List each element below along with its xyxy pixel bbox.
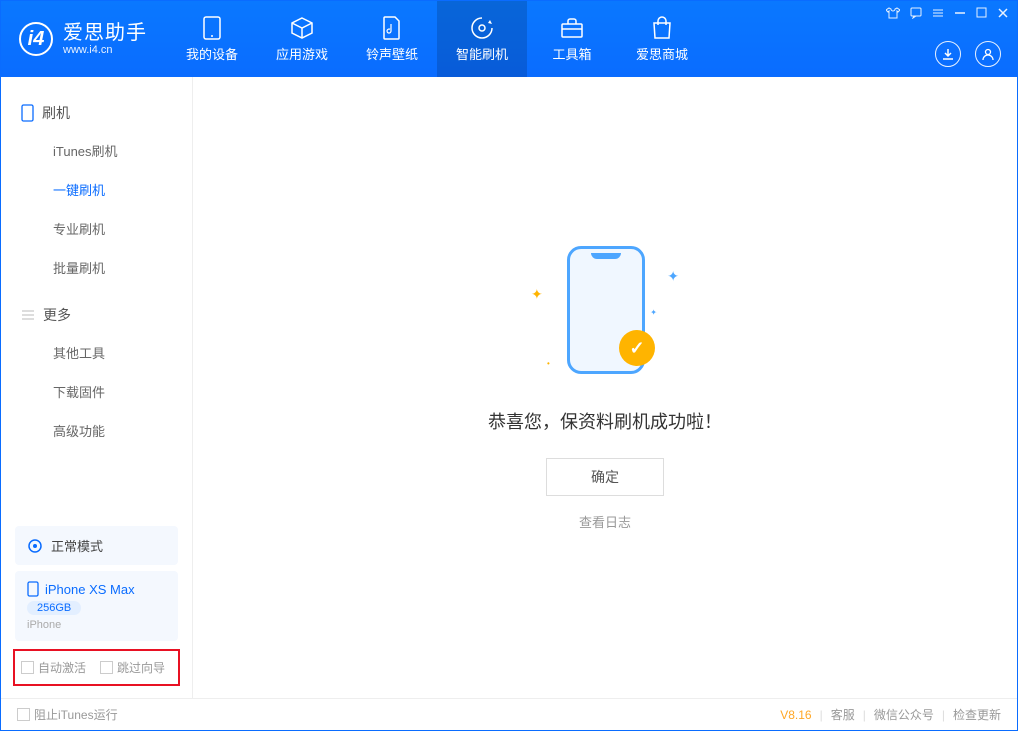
checkbox-box <box>21 661 34 674</box>
separator: | <box>942 708 945 722</box>
section-title: 更多 <box>43 305 71 325</box>
sidebar-item-other-tools[interactable]: 其他工具 <box>1 333 192 372</box>
maximize-button[interactable] <box>976 7 987 19</box>
main-content: ✓ ✦ ✦ ✦ • 恭喜您，保资料刷机成功啦！ 确定 查看日志 <box>193 77 1017 698</box>
check-badge-icon: ✓ <box>619 330 655 366</box>
header: i4 爱思助手 www.i4.cn 我的设备 应用游戏 <box>1 1 1017 77</box>
footer-left: 阻止iTunes运行 <box>17 706 118 723</box>
sidebar-section-flash: 刷机 <box>1 95 192 131</box>
view-log-link[interactable]: 查看日志 <box>579 512 631 531</box>
nav-label: 爱思商城 <box>636 44 688 63</box>
device-icon <box>200 16 224 40</box>
close-button[interactable] <box>997 7 1009 19</box>
checkbox-skip-guide[interactable]: 跳过向导 <box>100 659 165 676</box>
success-illustration: ✓ ✦ ✦ ✦ • <box>525 244 685 384</box>
mode-icon <box>27 538 43 554</box>
nav-store[interactable]: 爱思商城 <box>617 1 707 77</box>
nav-label: 铃声壁纸 <box>366 44 418 63</box>
footer-link-wechat[interactable]: 微信公众号 <box>874 706 934 723</box>
checkbox-box <box>17 708 30 721</box>
logo-block: i4 爱思助手 www.i4.cn <box>1 1 167 77</box>
footer: 阻止iTunes运行 V8.16 | 客服 | 微信公众号 | 检查更新 <box>1 698 1017 730</box>
nav-my-device[interactable]: 我的设备 <box>167 1 257 77</box>
sidebar-item-download-firmware[interactable]: 下载固件 <box>1 372 192 411</box>
body: 刷机 iTunes刷机 一键刷机 专业刷机 批量刷机 更多 其他工具 下载固件 … <box>1 77 1017 698</box>
minimize-button[interactable] <box>954 7 966 19</box>
sidebar-section-more: 更多 <box>1 297 192 333</box>
nav-label: 应用游戏 <box>276 44 328 63</box>
checkbox-row-highlighted: 自动激活 跳过向导 <box>13 649 180 686</box>
checkbox-auto-activate[interactable]: 自动激活 <box>21 659 86 676</box>
checkbox-label: 自动激活 <box>38 659 86 676</box>
nav-apps[interactable]: 应用游戏 <box>257 1 347 77</box>
device-name: iPhone XS Max <box>45 582 135 597</box>
sidebar-item-itunes-flash[interactable]: iTunes刷机 <box>1 131 192 170</box>
app-title: 爱思助手 <box>63 22 147 44</box>
sparkle-icon: ✦ <box>531 286 543 303</box>
bag-icon <box>650 16 674 40</box>
sidebar-item-pro-flash[interactable]: 专业刷机 <box>1 209 192 248</box>
nav: 我的设备 应用游戏 铃声壁纸 智能刷机 <box>167 1 707 77</box>
device-name-row: iPhone XS Max <box>27 581 166 597</box>
checkbox-block-itunes[interactable]: 阻止iTunes运行 <box>17 706 118 723</box>
device-box[interactable]: iPhone XS Max 256GB iPhone <box>15 571 178 641</box>
nav-label: 智能刷机 <box>456 44 508 63</box>
footer-link-support[interactable]: 客服 <box>831 706 855 723</box>
cube-icon <box>290 16 314 40</box>
sidebar-bottom: 正常模式 iPhone XS Max 256GB iPhone 自动激活 <box>1 520 192 698</box>
device-phone-icon <box>27 581 39 597</box>
header-right-buttons <box>935 41 1001 67</box>
sparkle-icon: ✦ <box>650 308 657 317</box>
shirt-icon[interactable] <box>886 7 900 19</box>
mode-label: 正常模式 <box>51 536 103 555</box>
nav-flash[interactable]: 智能刷机 <box>437 1 527 77</box>
nav-toolbox[interactable]: 工具箱 <box>527 1 617 77</box>
device-capacity: 256GB <box>27 601 81 615</box>
version-label: V8.16 <box>780 708 811 722</box>
device-type: iPhone <box>27 619 166 631</box>
footer-right: V8.16 | 客服 | 微信公众号 | 检查更新 <box>780 706 1001 723</box>
nav-label: 工具箱 <box>552 44 591 63</box>
checkbox-label: 阻止iTunes运行 <box>34 706 118 723</box>
toolbox-icon <box>560 16 584 40</box>
sidebar-item-advanced[interactable]: 高级功能 <box>1 411 192 450</box>
success-message: 恭喜您，保资料刷机成功啦！ <box>488 408 722 434</box>
music-file-icon <box>380 16 404 40</box>
sparkle-icon: ✦ <box>667 268 679 285</box>
sidebar-item-batch-flash[interactable]: 批量刷机 <box>1 248 192 287</box>
checkbox-label: 跳过向导 <box>117 659 165 676</box>
user-button[interactable] <box>975 41 1001 67</box>
sparkle-icon: • <box>547 359 550 368</box>
footer-link-update[interactable]: 检查更新 <box>953 706 1001 723</box>
refresh-shield-icon <box>470 16 494 40</box>
section-title: 刷机 <box>42 103 70 123</box>
separator: | <box>820 708 823 722</box>
logo-icon: i4 <box>19 22 53 56</box>
window-controls-top <box>886 7 1009 19</box>
app-window: i4 爱思助手 www.i4.cn 我的设备 应用游戏 <box>0 0 1018 731</box>
app-site: www.i4.cn <box>63 44 147 56</box>
menu-icon[interactable] <box>932 7 944 19</box>
phone-small-icon <box>21 104 34 122</box>
mode-box[interactable]: 正常模式 <box>15 526 178 565</box>
list-icon <box>21 309 35 321</box>
separator: | <box>863 708 866 722</box>
ok-button[interactable]: 确定 <box>546 458 664 496</box>
nav-ringtones[interactable]: 铃声壁纸 <box>347 1 437 77</box>
checkbox-box <box>100 661 113 674</box>
download-button[interactable] <box>935 41 961 67</box>
nav-label: 我的设备 <box>186 44 238 63</box>
sidebar: 刷机 iTunes刷机 一键刷机 专业刷机 批量刷机 更多 其他工具 下载固件 … <box>1 77 193 698</box>
sidebar-item-oneclick-flash[interactable]: 一键刷机 <box>1 170 192 209</box>
logo-text: 爱思助手 www.i4.cn <box>63 22 147 56</box>
feedback-icon[interactable] <box>910 7 922 19</box>
